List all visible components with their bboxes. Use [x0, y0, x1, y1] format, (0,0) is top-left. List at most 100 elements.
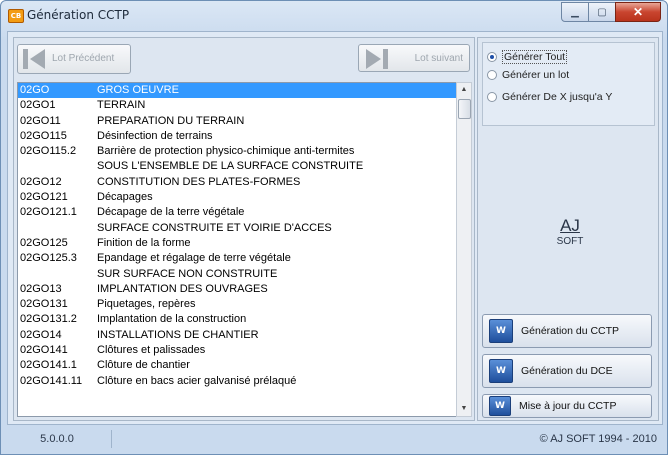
lot-label: Clôtures et palissades [97, 344, 206, 357]
skip-previous-icon [23, 49, 45, 69]
list-item[interactable]: 02GO141 Clôtures et palissades [18, 343, 456, 358]
word-document-icon: W [489, 319, 513, 343]
radio-icon [487, 92, 497, 102]
lot-label: Désinfection de terrains [97, 129, 213, 142]
radio-generate-all-label: Générer Tout [502, 50, 568, 64]
previous-lot-button[interactable]: Lot Précédent [17, 44, 131, 74]
lot-code: 02GO121 [20, 191, 68, 204]
close-icon: ✕ [632, 5, 644, 19]
lot-label: SURFACE CONSTRUITE ET VOIRIE D'ACCES [97, 221, 332, 234]
scroll-thumb[interactable] [458, 99, 471, 119]
lot-list-scrollbar[interactable]: ▲ ▼ [456, 82, 472, 417]
minimize-icon: ▁ [571, 6, 579, 18]
radio-icon [487, 70, 497, 80]
lot-label: Piquetages, repères [97, 298, 196, 311]
list-item[interactable]: 02GO11 PREPARATION DU TERRAIN [18, 114, 456, 129]
list-item[interactable]: 02GO121 Décapages [18, 190, 456, 205]
app-icon[interactable]: CB [8, 9, 24, 23]
main-client-area: Lot Précédent Lot suivant 02GO GROS OEUVR… [7, 31, 663, 425]
app-window: CB Génération CCTP ▁ ▢ ✕ Lot Précédent L… [0, 0, 668, 455]
lot-label: CONSTITUTION DES PLATES-FORMES [97, 175, 301, 188]
word-document-icon: W [489, 396, 511, 416]
radio-generate-range[interactable]: Générer De X jusqu'a Y [487, 91, 612, 103]
lot-label: Implantation de la construction [97, 313, 247, 326]
radio-generate-one[interactable]: Générer un lot [487, 69, 569, 81]
lot-label: Décapage de la terre végétale [97, 206, 245, 219]
radio-generate-range-label: Générer De X jusqu'a Y [502, 91, 613, 103]
scroll-down-icon[interactable]: ▼ [457, 402, 471, 416]
generation-mode-group: Générer Tout Générer un lot Générer De X… [482, 42, 655, 126]
lot-code: 02GO125.3 [20, 252, 77, 265]
radio-generate-one-label: Générer un lot [502, 69, 570, 81]
scroll-up-icon[interactable]: ▲ [457, 83, 471, 97]
next-lot-label: Lot suivant [414, 52, 463, 64]
maximize-icon: ▢ [597, 6, 607, 18]
lot-label: SUR SURFACE NON CONSTRUITE [97, 267, 278, 280]
generate-cctp-button[interactable]: W Génération du CCTP [482, 314, 652, 348]
lot-code: 02GO131.2 [20, 313, 77, 326]
list-item[interactable]: SOUS L'ENSEMBLE DE LA SURFACE CONSTRUITE [18, 159, 456, 174]
window-title: Génération CCTP [27, 8, 130, 22]
lot-code: 02GO125 [20, 236, 68, 249]
lot-code: 02GO115 [20, 129, 67, 142]
lot-list[interactable]: 02GO GROS OEUVRE 02GO1 TERRAIN 02GO11 PREPARA… [17, 82, 457, 417]
list-item[interactable]: 02GO115 Désinfection de terrains [18, 129, 456, 144]
logo-soft-text: SOFT [556, 236, 584, 247]
list-item[interactable]: 02GO13 IMPLANTATION DES OUVRAGES [18, 282, 456, 297]
window-controls: ▁ ▢ ✕ [561, 2, 661, 22]
word-document-icon: W [489, 359, 513, 383]
list-item[interactable]: 02GO131 Piquetages, repères [18, 297, 456, 312]
close-button[interactable]: ✕ [615, 2, 661, 22]
lot-code: 02GO [20, 84, 50, 96]
lot-code: 02GO141 [20, 344, 68, 357]
list-item[interactable]: 02GO12 CONSTITUTION DES PLATES-FORMES [18, 175, 456, 190]
list-item[interactable]: 02GO141.1 Clôture de chantier [18, 358, 456, 373]
status-bar: 5.0.0.0 © AJ SOFT 1994 - 2010 [7, 428, 661, 450]
title-bar[interactable]: CB Génération CCTP ▁ ▢ ✕ [1, 1, 667, 31]
lot-label: Epandage et régalage de terre végétale [97, 252, 291, 265]
lot-label: Barrière de protection physico-chimique … [97, 145, 355, 158]
previous-lot-label: Lot Précédent [52, 53, 115, 64]
list-item[interactable]: SUR SURFACE NON CONSTRUITE [18, 267, 456, 282]
list-item[interactable]: 02GO115.2 Barrière de protection physico-… [18, 144, 456, 159]
lot-panel: Lot Précédent Lot suivant 02GO GROS OEUVR… [13, 37, 475, 421]
skip-next-icon [366, 49, 388, 69]
list-item[interactable]: 02GO1 TERRAIN [18, 98, 456, 113]
lot-code: 02GO131 [20, 298, 68, 311]
minimize-button[interactable]: ▁ [561, 2, 589, 22]
lot-code: 02GO115.2 [20, 145, 77, 158]
lot-label: Décapages [97, 191, 153, 204]
status-divider [111, 430, 112, 448]
version-text: 5.0.0.0 [40, 433, 74, 445]
generate-dce-button[interactable]: W Génération du DCE [482, 354, 652, 388]
radio-generate-all[interactable]: Générer Tout [487, 50, 568, 64]
radio-selected-icon [487, 52, 497, 62]
lot-code: 02GO11 [20, 114, 61, 127]
update-cctp-button[interactable]: W Mise à jour du CCTP [482, 394, 652, 418]
lot-label: Clôture en bacs acier galvanisé prélaqué [97, 374, 297, 387]
lot-label: SOUS L'ENSEMBLE DE LA SURFACE CONSTRUITE [97, 160, 364, 173]
lot-label: INSTALLATIONS DE CHANTIER [97, 328, 259, 341]
lot-label: TERRAIN [97, 99, 146, 112]
list-item[interactable]: 02GO GROS OEUVRE [18, 83, 456, 99]
list-item[interactable]: 02GO131.2 Implantation de la construction [18, 312, 456, 327]
list-item[interactable]: 02GO14 INSTALLATIONS DE CHANTIER [18, 328, 456, 343]
aj-soft-logo: AJ SOFT [550, 216, 590, 248]
list-item[interactable]: 02GO125 Finition de la forme [18, 236, 456, 251]
lot-label: GROS OEUVRE [97, 84, 179, 96]
lot-code: 02GO141.11 [20, 374, 83, 387]
maximize-button[interactable]: ▢ [588, 2, 616, 22]
lot-label: IMPLANTATION DES OUVRAGES [97, 282, 268, 295]
list-item[interactable]: 02GO125.3 Epandage et régalage de terre v… [18, 251, 456, 266]
lot-label: Finition de la forme [97, 236, 191, 249]
list-item[interactable]: SURFACE CONSTRUITE ET VOIRIE D'ACCES [18, 221, 456, 236]
lot-code: 02GO141.1 [20, 359, 77, 372]
lot-code: 02GO1 [20, 99, 56, 112]
logo-aj-text: AJ [560, 216, 580, 235]
copyright-text: © AJ SOFT 1994 - 2010 [539, 433, 657, 445]
next-lot-button[interactable]: Lot suivant [358, 44, 470, 72]
options-panel: Générer Tout Générer un lot Générer De X… [477, 37, 659, 421]
lot-code: 02GO14 [20, 328, 62, 341]
list-item[interactable]: 02GO121.1 Décapage de la terre végétale [18, 205, 456, 220]
list-item[interactable]: 02GO141.11 Clôture en bacs acier galvanis… [18, 374, 456, 389]
